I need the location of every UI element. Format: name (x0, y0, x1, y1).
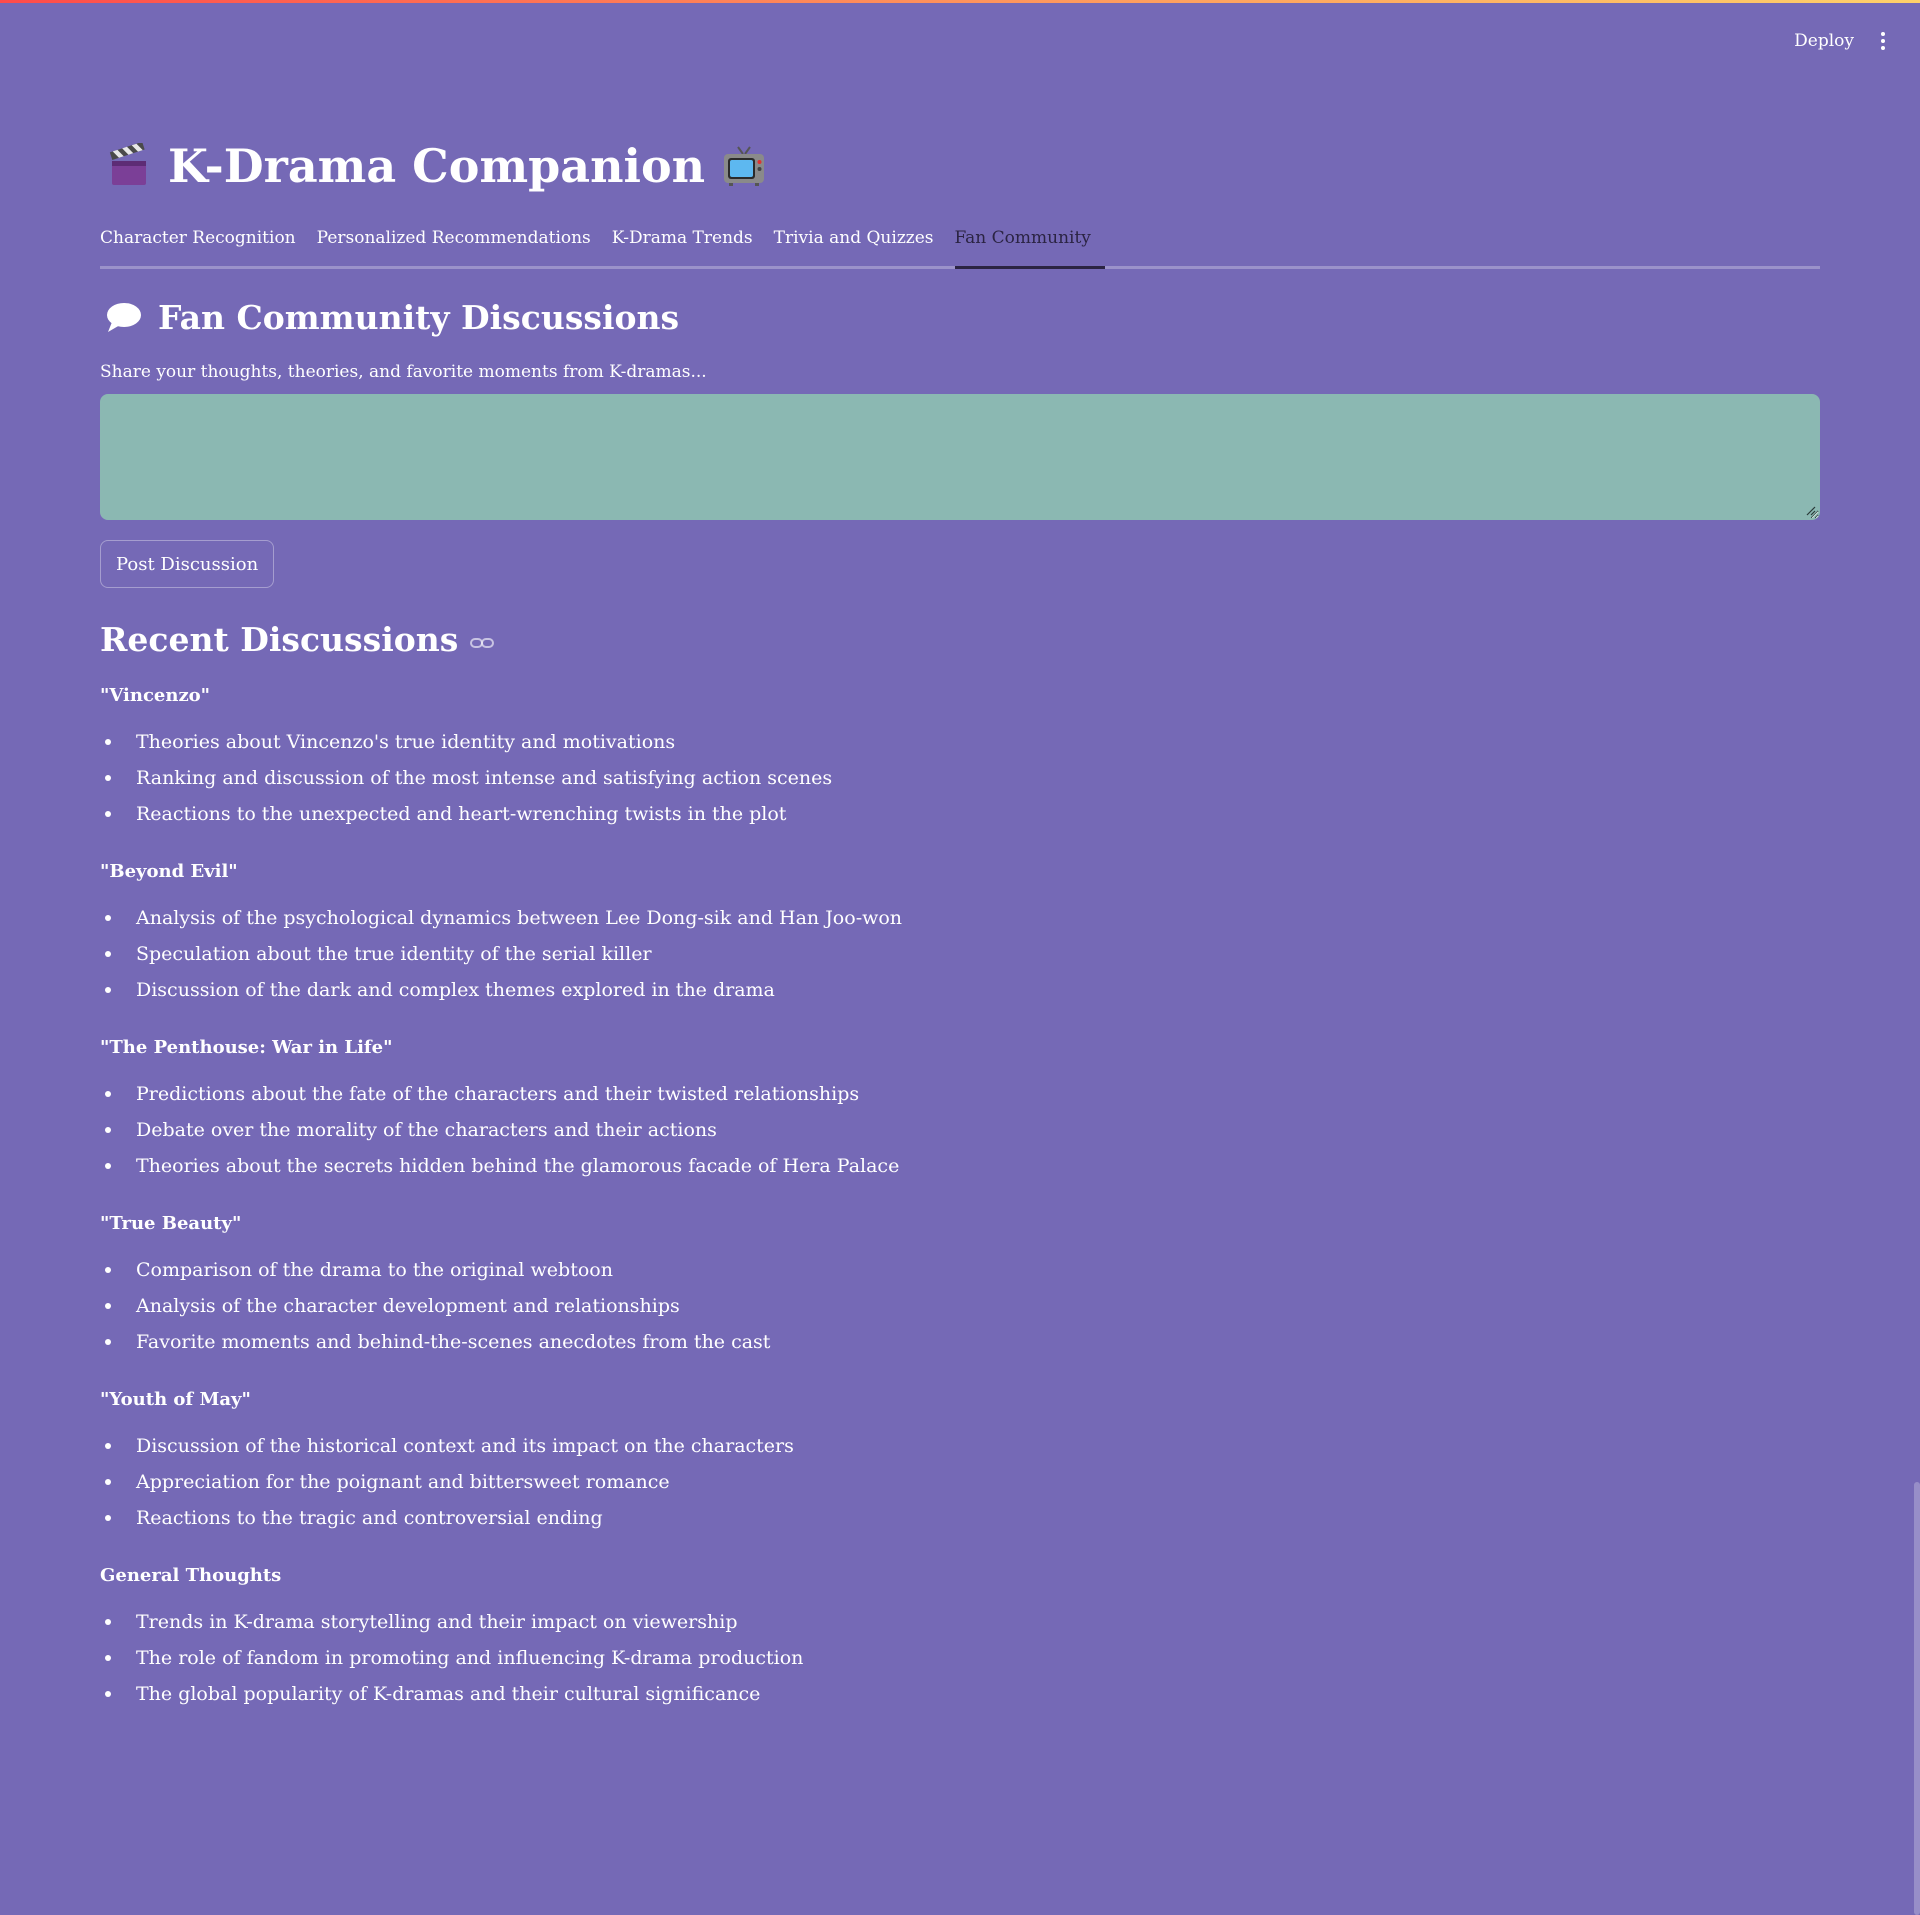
discussion-topics: "Vincenzo" Theories about Vincenzo's tru… (100, 680, 1820, 1736)
list-item-text: Discussion of the dark and complex theme… (136, 979, 775, 1001)
recent-discussions-heading: Recent Discussions (100, 614, 495, 666)
list-item: The global popularity of K-dramas and th… (100, 1676, 1820, 1712)
tab-trivia-and-quizzes[interactable]: Trivia and Quizzes (774, 222, 934, 260)
list-item: Analysis of the psychological dynamics b… (100, 900, 1820, 936)
topic-list: Trends in K-drama storytelling and their… (100, 1604, 1820, 1712)
bullet-icon (105, 1091, 111, 1097)
list-item: Reactions to the tragic and controversia… (100, 1500, 1820, 1536)
clapper-board-icon (109, 143, 146, 185)
more-vertical-icon[interactable] (1876, 30, 1890, 52)
tab-bar: Character Recognition Personalized Recom… (100, 222, 1820, 269)
bullet-icon (105, 915, 111, 921)
list-item: Appreciation for the poignant and bitter… (100, 1464, 1820, 1500)
list-item: Favorite moments and behind-the-scenes a… (100, 1324, 1820, 1360)
list-item: The role of fandom in promoting and infl… (100, 1640, 1820, 1676)
list-item: Trends in K-drama storytelling and their… (100, 1604, 1820, 1640)
bullet-icon (105, 1339, 111, 1345)
list-item: Debate over the morality of the characte… (100, 1112, 1820, 1148)
page-scrollbar[interactable] (1914, 1482, 1920, 1915)
list-item: Speculation about the true identity of t… (100, 936, 1820, 972)
list-item-text: Reactions to the unexpected and heart-wr… (136, 803, 787, 825)
list-item: Analysis of the character development an… (100, 1288, 1820, 1324)
list-item-text: Speculation about the true identity of t… (136, 943, 652, 965)
bullet-icon (105, 1655, 111, 1661)
bullet-icon (105, 1267, 111, 1273)
deploy-button[interactable]: Deploy (1794, 31, 1854, 51)
link-icon[interactable] (470, 636, 495, 650)
post-discussion-button[interactable]: Post Discussion (100, 540, 275, 588)
bullet-icon (105, 1443, 111, 1449)
bullet-icon (105, 1691, 111, 1697)
list-item: Reactions to the unexpected and heart-wr… (100, 796, 1820, 832)
bullet-icon (105, 987, 111, 993)
bullet-icon (105, 1303, 111, 1309)
list-item-text: Favorite moments and behind-the-scenes a… (136, 1331, 771, 1353)
bullet-icon (105, 1619, 111, 1625)
list-item-text: Comparison of the drama to the original … (136, 1259, 613, 1281)
list-item: Comparison of the drama to the original … (100, 1252, 1820, 1288)
television-icon (724, 146, 765, 186)
topic-section: General Thoughts Trends in K-drama story… (100, 1560, 1820, 1736)
topic-title: General Thoughts (100, 1565, 282, 1586)
list-item-text: Reactions to the tragic and controversia… (136, 1507, 603, 1529)
topic-list: Analysis of the psychological dynamics b… (100, 900, 1820, 1008)
bullet-icon (105, 1127, 111, 1133)
list-item-text: Theories about Vincenzo's true identity … (136, 731, 676, 753)
list-item-text: Ranking and discussion of the most inten… (136, 767, 833, 789)
list-item: Predictions about the fate of the charac… (100, 1076, 1820, 1112)
tab-k-drama-trends[interactable]: K-Drama Trends (612, 222, 753, 260)
list-item-text: Analysis of the psychological dynamics b… (136, 907, 903, 929)
tab-fan-community[interactable]: Fan Community (954, 222, 1106, 269)
topic-title: "Beyond Evil" (100, 861, 238, 882)
bullet-icon (105, 1515, 111, 1521)
bullet-icon (105, 775, 111, 781)
list-item: Theories about Vincenzo's true identity … (100, 724, 1820, 760)
list-item-text: Trends in K-drama storytelling and their… (136, 1611, 738, 1633)
topic-section: "The Penthouse: War in Life" Predictions… (100, 1032, 1820, 1208)
topic-section: "True Beauty" Comparison of the drama to… (100, 1208, 1820, 1384)
topic-section: "Beyond Evil" Analysis of the psychologi… (100, 856, 1820, 1032)
list-item: Theories about the secrets hidden behind… (100, 1148, 1820, 1184)
resize-handle-icon[interactable] (1806, 506, 1816, 516)
bullet-icon (105, 811, 111, 817)
topic-list: Predictions about the fate of the charac… (100, 1076, 1820, 1184)
discussion-textarea[interactable] (100, 394, 1820, 520)
list-item-text: Analysis of the character development an… (136, 1295, 680, 1317)
bullet-icon (105, 739, 111, 745)
tab-personalized-recommendations[interactable]: Personalized Recommendations (317, 222, 591, 260)
topic-title: "True Beauty" (100, 1213, 242, 1234)
topic-section: "Youth of May" Discussion of the histori… (100, 1384, 1820, 1560)
section-title: Fan Community Discussions (104, 292, 679, 344)
discussion-input-label: Share your thoughts, theories, and favor… (100, 362, 707, 382)
app-toolbar: Deploy (1794, 30, 1890, 52)
list-item-text: Discussion of the historical context and… (136, 1435, 794, 1457)
topic-title: "Youth of May" (100, 1389, 251, 1410)
list-item-text: The role of fandom in promoting and infl… (136, 1647, 804, 1669)
app-title: K-Drama Companion (106, 136, 767, 196)
list-item-text: The global popularity of K-dramas and th… (136, 1683, 761, 1705)
topic-title: "The Penthouse: War in Life" (100, 1037, 393, 1058)
recent-discussions-heading-text: Recent Discussions (100, 620, 459, 659)
list-item-text: Predictions about the fate of the charac… (136, 1083, 860, 1105)
topic-section: "Vincenzo" Theories about Vincenzo's tru… (100, 680, 1820, 856)
speech-balloon-icon (107, 303, 141, 332)
section-title-text: Fan Community Discussions (158, 298, 680, 337)
list-item: Discussion of the historical context and… (100, 1428, 1820, 1464)
app-title-text: K-Drama Companion (168, 139, 706, 193)
topic-title: "Vincenzo" (100, 685, 211, 706)
list-item-text: Debate over the morality of the characte… (136, 1119, 717, 1141)
list-item-text: Appreciation for the poignant and bitter… (136, 1471, 670, 1493)
topic-list: Comparison of the drama to the original … (100, 1252, 1820, 1360)
list-item-text: Theories about the secrets hidden behind… (136, 1155, 900, 1177)
tab-character-recognition[interactable]: Character Recognition (100, 222, 296, 260)
bullet-icon (105, 1479, 111, 1485)
bullet-icon (105, 1163, 111, 1169)
topic-list: Theories about Vincenzo's true identity … (100, 724, 1820, 832)
list-item: Discussion of the dark and complex theme… (100, 972, 1820, 1008)
top-decoration-stripe (0, 0, 1920, 3)
list-item: Ranking and discussion of the most inten… (100, 760, 1820, 796)
bullet-icon (105, 951, 111, 957)
topic-list: Discussion of the historical context and… (100, 1428, 1820, 1536)
